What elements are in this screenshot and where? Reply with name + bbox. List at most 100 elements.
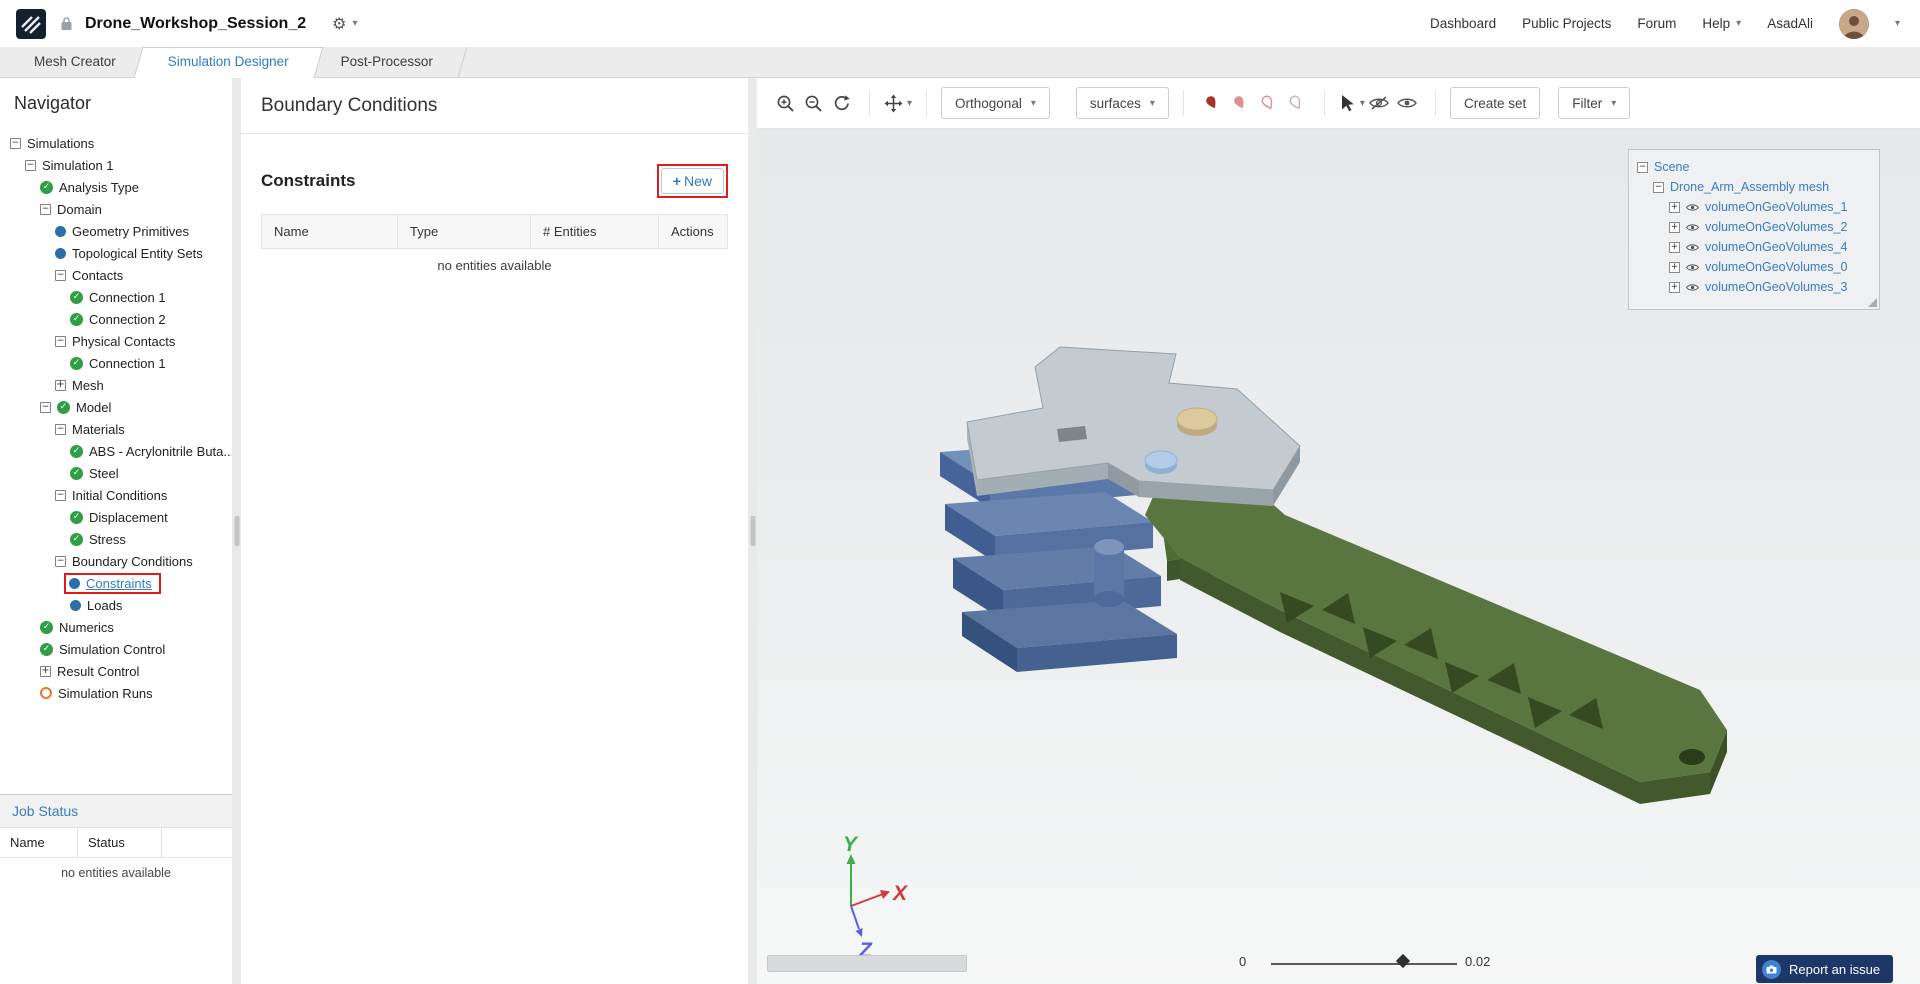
tree-item-simulation-runs[interactable]: Simulation Runs — [0, 682, 232, 704]
nav-dashboard[interactable]: Dashboard — [1430, 16, 1496, 31]
selection-pin-solid-icon[interactable] — [1198, 89, 1226, 117]
splitter-grip[interactable] — [234, 516, 239, 546]
user-avatar[interactable] — [1839, 9, 1869, 39]
tree-item-connection-1[interactable]: Connection 1 — [0, 352, 232, 374]
tree-item-mesh[interactable]: Mesh — [0, 374, 232, 396]
tree-item-steel[interactable]: Steel — [0, 462, 232, 484]
report-issue-button[interactable]: Report an issue — [1756, 955, 1893, 983]
scene-mesh-label[interactable]: Drone_Arm_Assembly mesh — [1670, 180, 1829, 194]
expand-icon[interactable] — [40, 666, 51, 677]
nav-forum[interactable]: Forum — [1637, 16, 1676, 31]
tree-item-geometry-primitives[interactable]: Geometry Primitives — [0, 220, 232, 242]
visibility-eye-icon[interactable] — [1686, 263, 1699, 272]
splitter-grip[interactable] — [750, 516, 755, 546]
expand-icon[interactable] — [1669, 222, 1680, 233]
expand-icon[interactable] — [1669, 262, 1680, 273]
volume-label[interactable]: volumeOnGeoVolumes_2 — [1705, 220, 1847, 234]
tree-item-constraints[interactable]: Constraints — [0, 572, 232, 594]
tree-item-connection-1[interactable]: Connection 1 — [0, 286, 232, 308]
tree-item-loads[interactable]: Loads — [0, 594, 232, 616]
tab-simulation-designer[interactable]: Simulation Designer — [142, 47, 315, 77]
project-settings-gear-icon[interactable]: ⚙ — [332, 14, 346, 33]
scene-root-row[interactable]: Scene — [1637, 157, 1875, 177]
volume-label[interactable]: volumeOnGeoVolumes_3 — [1705, 280, 1847, 294]
expand-icon[interactable] — [1669, 242, 1680, 253]
tree-item-abs-material[interactable]: ABS - Acrylonitrile Buta... — [0, 440, 232, 462]
new-constraint-button[interactable]: + New — [661, 168, 724, 194]
tree-item-topological-entity-sets[interactable]: Topological Entity Sets — [0, 242, 232, 264]
expand-icon[interactable] — [1669, 282, 1680, 293]
viewport-canvas[interactable]: Y X Z Scene Drone_Arm_Assembly mesh — [757, 129, 1920, 984]
reset-view-button[interactable] — [827, 89, 855, 117]
collapse-icon[interactable] — [10, 138, 21, 149]
viewport-scrollbar[interactable] — [767, 955, 967, 972]
scene-volume-row[interactable]: volumeOnGeoVolumes_1 — [1637, 197, 1875, 217]
avatar-chevron-icon[interactable]: ▾ — [1895, 18, 1900, 29]
volume-label[interactable]: volumeOnGeoVolumes_4 — [1705, 240, 1847, 254]
visibility-eye-icon[interactable] — [1686, 283, 1699, 292]
tree-item-result-control[interactable]: Result Control — [0, 660, 232, 682]
collapse-icon[interactable] — [25, 160, 36, 171]
tree-item-connection-2[interactable]: Connection 2 — [0, 308, 232, 330]
hide-selection-eye-off-icon[interactable] — [1365, 89, 1393, 117]
render-mode-dropdown[interactable]: surfaces▾ — [1076, 87, 1169, 119]
splitter-right[interactable] — [748, 78, 757, 984]
scene-volume-row[interactable]: volumeOnGeoVolumes_3 — [1637, 277, 1875, 297]
collapse-icon[interactable] — [1637, 162, 1648, 173]
view-mode-dropdown[interactable]: Orthogonal▾ — [941, 87, 1050, 119]
selection-pin-outline-icon[interactable] — [1254, 89, 1282, 117]
selection-pin-light-icon[interactable] — [1226, 89, 1254, 117]
show-all-eye-icon[interactable] — [1393, 89, 1421, 117]
collapse-icon[interactable] — [55, 336, 66, 347]
job-status-title[interactable]: Job Status — [0, 795, 232, 828]
nav-help[interactable]: Help ▾ — [1702, 16, 1741, 31]
collapse-icon[interactable] — [55, 556, 66, 567]
selection-pin-faded-icon[interactable] — [1282, 89, 1310, 117]
tab-post-processor[interactable]: Post-Processor — [315, 47, 459, 77]
tree-item-simulation-1[interactable]: Simulation 1 — [0, 154, 232, 176]
scene-volume-row[interactable]: volumeOnGeoVolumes_0 — [1637, 257, 1875, 277]
tree-item-analysis-type[interactable]: Analysis Type — [0, 176, 232, 198]
scene-mesh-row[interactable]: Drone_Arm_Assembly mesh — [1637, 177, 1875, 197]
pan-tool-button[interactable]: ▾ — [884, 94, 912, 113]
visibility-eye-icon[interactable] — [1686, 223, 1699, 232]
tree-item-simulation-control[interactable]: Simulation Control — [0, 638, 232, 660]
select-tool-button[interactable]: ▾ — [1339, 94, 1365, 112]
zoom-out-button[interactable] — [799, 89, 827, 117]
tab-mesh-creator[interactable]: Mesh Creator — [8, 47, 142, 77]
tree-item-numerics[interactable]: Numerics — [0, 616, 232, 638]
visibility-eye-icon[interactable] — [1686, 203, 1699, 212]
project-settings-chevron-icon[interactable]: ▾ — [352, 18, 357, 29]
expand-icon[interactable] — [1669, 202, 1680, 213]
create-set-button[interactable]: Create set — [1450, 87, 1540, 119]
filter-dropdown[interactable]: Filter▾ — [1558, 87, 1630, 119]
zoom-in-button[interactable] — [771, 89, 799, 117]
tree-item-displacement[interactable]: Displacement — [0, 506, 232, 528]
volume-label[interactable]: volumeOnGeoVolumes_0 — [1705, 260, 1847, 274]
collapse-icon[interactable] — [40, 204, 51, 215]
collapse-icon[interactable] — [55, 490, 66, 501]
scene-volume-row[interactable]: volumeOnGeoVolumes_4 — [1637, 237, 1875, 257]
collapse-icon[interactable] — [55, 424, 66, 435]
volume-label[interactable]: volumeOnGeoVolumes_1 — [1705, 200, 1847, 214]
collapse-icon[interactable] — [55, 270, 66, 281]
collapse-icon[interactable] — [1653, 182, 1664, 193]
tree-item-physical-contacts[interactable]: Physical Contacts — [0, 330, 232, 352]
scene-volume-row[interactable]: volumeOnGeoVolumes_2 — [1637, 217, 1875, 237]
tree-item-stress[interactable]: Stress — [0, 528, 232, 550]
scene-tree-overlay[interactable]: Scene Drone_Arm_Assembly mesh volumeOnGe… — [1628, 149, 1880, 310]
tree-item-model[interactable]: Model — [0, 396, 232, 418]
tree-item-simulations[interactable]: Simulations — [0, 132, 232, 154]
tree-item-contacts[interactable]: Contacts — [0, 264, 232, 286]
scale-slider-track[interactable] — [1271, 963, 1457, 965]
visibility-eye-icon[interactable] — [1686, 243, 1699, 252]
expand-icon[interactable] — [55, 380, 66, 391]
scene-root-label[interactable]: Scene — [1654, 160, 1689, 174]
tree-item-materials[interactable]: Materials — [0, 418, 232, 440]
nav-username[interactable]: AsadAli — [1767, 16, 1813, 31]
tree-item-boundary-conditions[interactable]: Boundary Conditions — [0, 550, 232, 572]
tree-item-domain[interactable]: Domain — [0, 198, 232, 220]
app-logo-icon[interactable] — [16, 9, 46, 39]
nav-public-projects[interactable]: Public Projects — [1522, 16, 1611, 31]
collapse-icon[interactable] — [40, 402, 51, 413]
